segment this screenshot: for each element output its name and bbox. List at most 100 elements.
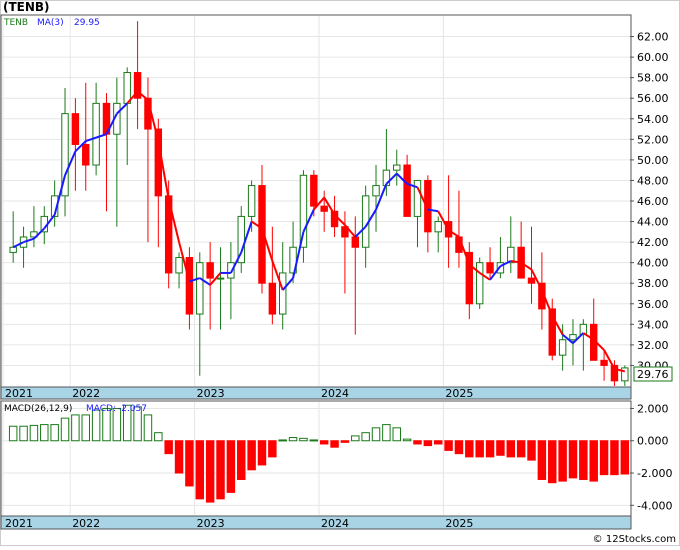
macd-bar (454, 440, 464, 455)
macd-bar (299, 437, 308, 442)
macd-x-tick-label: 2022 (72, 517, 100, 530)
macd-bar (589, 440, 598, 482)
macd-bar (91, 409, 101, 442)
macd-bar (361, 432, 370, 442)
candle-body (372, 185, 380, 197)
macd-bar (516, 440, 526, 458)
macd-bar (444, 440, 453, 451)
price-y-tick-label: 48.00 (637, 174, 669, 187)
price-y-tick-label: 32.00 (637, 339, 669, 352)
macd-bar (558, 440, 567, 482)
macd-bar (496, 440, 505, 456)
price-y-tick-label: 44.00 (637, 216, 669, 229)
candle-body (268, 282, 277, 315)
last-price-label: 29.76 (637, 368, 669, 381)
price-x-tick-label: 2023 (197, 387, 225, 400)
candle-body (351, 236, 359, 248)
candle-body (9, 246, 17, 253)
price-y-tick-label: 54.00 (637, 113, 669, 126)
macd-bar (309, 439, 319, 442)
macd-bar (29, 424, 39, 442)
macd-bar (319, 440, 329, 445)
macd-bar (599, 440, 609, 476)
macd-bar (413, 440, 422, 445)
macd-bar (548, 440, 557, 484)
stock-chart: (TENB) 30.0032.0034.0036.0038.0040.0042.… (0, 0, 680, 546)
candle-body (558, 339, 567, 356)
price-y-tick-label: 46.00 (637, 195, 669, 208)
price-x-tick-label: 2021 (5, 387, 33, 400)
macd-bar (40, 424, 49, 442)
price-y-tick-label: 52.00 (637, 133, 669, 146)
price-legend-ma-value: 29.95 (74, 18, 100, 28)
macd-y-tick-label: -4.000 (637, 499, 672, 512)
macd-bar (174, 440, 184, 474)
macd-bar (382, 424, 391, 442)
candle-body (71, 113, 80, 145)
footer-credit: © 12Stocks.com (593, 534, 676, 545)
macd-bar (402, 438, 412, 442)
candle-body (206, 262, 214, 279)
candle-body (247, 185, 256, 217)
macd-bar (143, 414, 153, 442)
candle-body (320, 205, 328, 212)
macd-bar (330, 440, 339, 448)
candle-body (486, 262, 494, 274)
macd-bar (475, 440, 484, 458)
macd-bar (351, 435, 360, 442)
candle-body (299, 174, 308, 248)
price-y-tick-label: 60.00 (637, 51, 669, 64)
chart-title: (TENB) (3, 0, 50, 14)
macd-bar (268, 440, 277, 458)
macd-legend-value: -2.057 (118, 404, 147, 414)
macd-bar (485, 440, 495, 458)
candle-body (82, 143, 90, 166)
macd-bar (216, 440, 225, 500)
macd-bar (237, 440, 246, 480)
macd-bar (371, 427, 381, 442)
price-legend-symbol: TENB (3, 18, 28, 28)
candle-body (310, 174, 318, 207)
macd-bar (278, 439, 287, 442)
macd-bar (60, 417, 70, 442)
candle-body (434, 221, 442, 233)
price-legend-ma-label: MA(3) (37, 18, 64, 28)
macd-bar (81, 414, 90, 442)
macd-bar (620, 440, 630, 475)
candle-body (279, 272, 287, 315)
price-x-tick-label: 2025 (445, 387, 473, 400)
macd-bar (247, 440, 256, 471)
candle-body (216, 277, 225, 280)
macd-y-tick-label: 0.000 (637, 435, 669, 448)
macd-x-tick-label: 2025 (445, 517, 473, 530)
candle-body (185, 257, 194, 315)
price-y-tick-label: 34.00 (637, 318, 669, 331)
macd-bar (50, 424, 59, 442)
macd-x-tick-label: 2024 (321, 517, 349, 530)
macd-bar (537, 440, 547, 480)
candle-body (569, 334, 577, 341)
macd-bar (257, 440, 267, 466)
macd-bar (226, 440, 236, 493)
macd-bar (465, 440, 474, 458)
candle-body (196, 262, 204, 315)
macd-bar (8, 425, 18, 442)
price-y-tick-label: 38.00 (637, 277, 669, 290)
macd-bar (288, 437, 298, 442)
candle-body (600, 359, 608, 366)
macd-bar (527, 440, 536, 461)
macd-bar (579, 440, 588, 480)
price-y-tick-label: 42.00 (637, 236, 669, 249)
macd-bar (610, 440, 619, 476)
price-y-tick-label: 62.00 (637, 31, 669, 44)
macd-x-tick-label: 2023 (197, 517, 225, 530)
price-y-tick-label: 56.00 (637, 92, 669, 105)
macd-bar (340, 440, 350, 443)
macd-bar (423, 440, 433, 447)
candle-body (175, 257, 183, 274)
price-y-tick-label: 36.00 (637, 298, 669, 311)
price-x-tick-label: 2024 (321, 387, 349, 400)
macd-bar (433, 440, 443, 445)
macd-bar (164, 440, 173, 455)
macd-bar (19, 425, 28, 442)
